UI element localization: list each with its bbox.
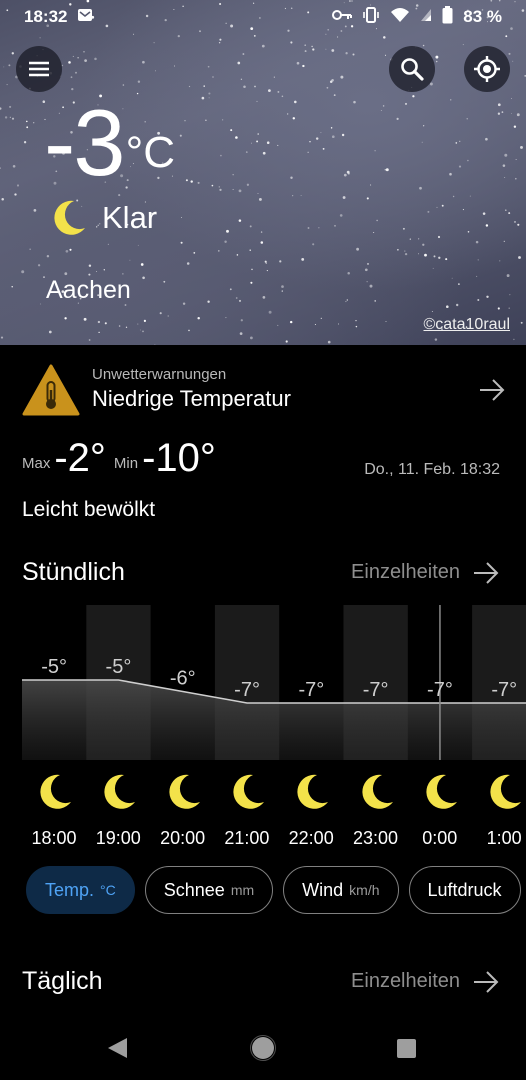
warning-thermometer-icon bbox=[22, 364, 80, 416]
chip-pressure[interactable]: Luftdruck bbox=[408, 866, 521, 914]
hour-temp-label: -5° bbox=[106, 656, 132, 678]
vpn-key-icon bbox=[332, 7, 353, 27]
photo-credit-link[interactable]: ©cata10raul bbox=[423, 316, 510, 334]
hour-item[interactable]: 18:00 bbox=[22, 768, 86, 849]
current-condition: Klar bbox=[48, 198, 157, 238]
chip-unit: °C bbox=[100, 882, 116, 898]
status-bar: 18:32 83 % bbox=[0, 0, 526, 34]
chip-label: Luftdruck bbox=[427, 879, 502, 900]
warning-title: Niedrige Temperatur bbox=[92, 386, 291, 411]
moon-icon bbox=[490, 774, 522, 809]
hour-item[interactable]: 22:00 bbox=[279, 768, 343, 849]
hour-item[interactable]: 21:00 bbox=[215, 768, 279, 849]
hour-item[interactable]: 0:00 bbox=[408, 768, 472, 849]
search-button[interactable] bbox=[389, 46, 435, 92]
moon-icon bbox=[426, 774, 457, 809]
hour-temp-label: -7° bbox=[427, 679, 453, 701]
hour-time: 21:00 bbox=[224, 828, 270, 848]
hamburger-icon bbox=[29, 61, 49, 77]
hour-temp-label: -7° bbox=[363, 679, 389, 701]
wifi-icon bbox=[390, 7, 410, 28]
crosshair-location-icon bbox=[474, 56, 500, 82]
back-icon[interactable] bbox=[108, 1038, 127, 1058]
chip-label: Temp. bbox=[45, 879, 95, 900]
chip-label: Wind bbox=[302, 879, 344, 900]
hour-item[interactable]: 19:00 bbox=[86, 768, 150, 849]
search-icon bbox=[401, 58, 424, 81]
moon-icon bbox=[361, 774, 393, 809]
daily-details-label: Einzelheiten bbox=[351, 970, 460, 992]
vibrate-icon bbox=[362, 6, 380, 29]
hourly-details-label: Einzelheiten bbox=[351, 561, 460, 583]
android-navigation-bar bbox=[108, 1035, 416, 1061]
hour-item[interactable]: 20:00 bbox=[151, 768, 215, 849]
message-icon bbox=[77, 7, 93, 27]
weather-warning-card[interactable]: Unwetterwarnungen Niedrige Temperatur bbox=[22, 360, 506, 420]
hour-time: 18:00 bbox=[31, 828, 77, 848]
moon-icon bbox=[54, 200, 85, 235]
hour-time: 20:00 bbox=[160, 828, 206, 848]
hour-item[interactable]: 23:00 bbox=[344, 768, 408, 849]
menu-button[interactable] bbox=[16, 46, 62, 92]
max-label: Max bbox=[22, 455, 51, 472]
hour-time: 19:00 bbox=[95, 828, 141, 848]
chip-wind[interactable]: Wind km/h bbox=[283, 866, 399, 914]
observation-datetime: Do., 11. Feb. 18:32 bbox=[364, 461, 500, 478]
hour-time: 0:00 bbox=[422, 828, 458, 848]
current-temp-value: -3 bbox=[44, 90, 126, 195]
chip-unit: km/h bbox=[349, 882, 380, 898]
hour-temp-label: -6° bbox=[170, 668, 196, 690]
chip-label: Schnee bbox=[163, 879, 225, 900]
hour-temp-label: -7° bbox=[491, 679, 517, 701]
chip-unit: mm bbox=[230, 882, 255, 898]
max-value: -2° bbox=[54, 436, 106, 480]
chip-snow[interactable]: Schnee mm bbox=[144, 866, 274, 914]
chip-temperature[interactable]: Temp. °C bbox=[26, 866, 135, 914]
battery-icon bbox=[442, 5, 453, 29]
min-label: Min bbox=[113, 455, 139, 472]
current-temp-unit: °C bbox=[125, 128, 175, 177]
hour-temp-label: -7° bbox=[234, 679, 260, 701]
min-value: -10° bbox=[142, 436, 216, 480]
signal-icon bbox=[420, 7, 432, 27]
my-location-button[interactable] bbox=[464, 46, 510, 92]
hourly-title: Stündlich bbox=[22, 558, 125, 586]
hourly-temperature-chart[interactable]: -5° -5° -6° -7° -7° -7° -7° -7° bbox=[0, 605, 526, 763]
battery-percent: 83 % bbox=[463, 7, 502, 26]
recents-icon[interactable] bbox=[397, 1039, 416, 1058]
hour-temp-label: -7° bbox=[298, 679, 324, 701]
moon-icon bbox=[297, 774, 329, 809]
hour-temp-label: -5° bbox=[41, 656, 67, 678]
moon-icon bbox=[40, 774, 71, 809]
arrow-right-icon bbox=[474, 561, 499, 584]
hourly-forecast-row[interactable]: 18:00 19:00 20:00 21:00 22:00 23:00 0:00 1:00 bbox=[0, 768, 526, 858]
daily-header: Täglich Einzelheiten bbox=[22, 967, 500, 996]
min-max-temperature: Max -2° Min -10° bbox=[22, 438, 224, 478]
daily-details-link[interactable]: Einzelheiten bbox=[351, 970, 500, 994]
hour-time: 23:00 bbox=[352, 828, 399, 848]
forecast-description: Leicht bewölkt bbox=[22, 498, 156, 521]
moon-icon bbox=[104, 774, 136, 809]
status-time: 18:32 bbox=[24, 7, 68, 26]
hourly-header: Stündlich Einzelheiten bbox=[22, 558, 500, 587]
current-temperature: -3 °C bbox=[44, 96, 175, 190]
daily-title: Täglich bbox=[22, 967, 103, 995]
arrow-right-icon bbox=[480, 379, 505, 401]
warning-label: Unwetterwarnungen bbox=[92, 366, 227, 383]
hour-time: 22:00 bbox=[288, 828, 334, 848]
hour-time: 1:00 bbox=[486, 828, 522, 848]
condition-text: Klar bbox=[102, 200, 158, 235]
moon-icon bbox=[233, 774, 264, 809]
hourly-details-link[interactable]: Einzelheiten bbox=[351, 561, 500, 585]
chart-metric-chips: Temp. °C Schnee mm Wind km/h Luftdruck bbox=[26, 866, 521, 914]
home-icon[interactable] bbox=[252, 1037, 274, 1059]
arrow-right-icon bbox=[474, 970, 499, 993]
city-name[interactable]: Aachen bbox=[46, 276, 131, 305]
moon-icon bbox=[168, 774, 200, 809]
hero-background: 18:32 83 % -3 °C Klar Aachen ©cata10raul bbox=[0, 0, 526, 345]
hour-item[interactable]: 1:00 bbox=[472, 768, 526, 849]
